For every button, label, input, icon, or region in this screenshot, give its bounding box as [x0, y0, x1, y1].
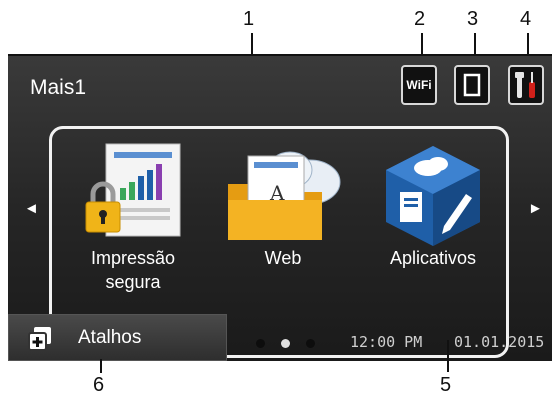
scroll-left-arrow[interactable]: ◄: [24, 200, 39, 217]
shortcut-add-icon: [28, 327, 51, 351]
leader-line-5: [447, 340, 449, 372]
cartridge-button[interactable]: [454, 65, 490, 105]
wifi-label: WiFi: [406, 78, 432, 92]
touchscreen: Mais1 WiFi ◄ ► Impressão segura A Web Ap…: [8, 54, 552, 361]
app-secure-print[interactable]: Impressão segura: [68, 142, 198, 302]
wifi-button[interactable]: WiFi: [401, 65, 437, 105]
page-dot: [281, 339, 290, 348]
clock-date: 01.01.2015: [454, 333, 545, 351]
leader-line-6: [100, 359, 102, 373]
app-aplicativos[interactable]: Aplicativos: [368, 142, 498, 302]
app-label-aplicativos: Aplicativos: [389, 248, 477, 268]
app-label-web: Web: [264, 248, 302, 268]
page-dot: [306, 339, 315, 348]
screen-title: Mais1: [30, 76, 87, 99]
callout-3: 3: [467, 8, 479, 30]
callout-2: 2: [414, 8, 426, 30]
web-folder-icon: A: [228, 151, 341, 240]
app-label-line1: Impressão: [90, 248, 176, 268]
app-label-secure-print: Impressão segura: [68, 246, 198, 294]
secure-print-icon: [85, 143, 181, 237]
app-web[interactable]: A Web: [218, 142, 348, 302]
page-dot: [256, 339, 265, 348]
clock-time: 12:00 PM: [350, 333, 423, 351]
app-label-line2: segura: [105, 272, 161, 292]
tools-icon: [515, 72, 535, 98]
shortcuts-label: Atalhos: [78, 327, 142, 348]
shortcuts-button[interactable]: Atalhos: [8, 314, 227, 361]
apps-cube-icon: [386, 146, 480, 246]
callout-5: 5: [440, 374, 452, 396]
callout-1: 1: [243, 8, 255, 30]
scroll-right-arrow[interactable]: ►: [528, 200, 543, 217]
callout-6: 6: [93, 374, 105, 396]
cartridge-icon: [463, 73, 481, 97]
settings-button[interactable]: [508, 65, 544, 105]
callout-4: 4: [520, 8, 532, 30]
